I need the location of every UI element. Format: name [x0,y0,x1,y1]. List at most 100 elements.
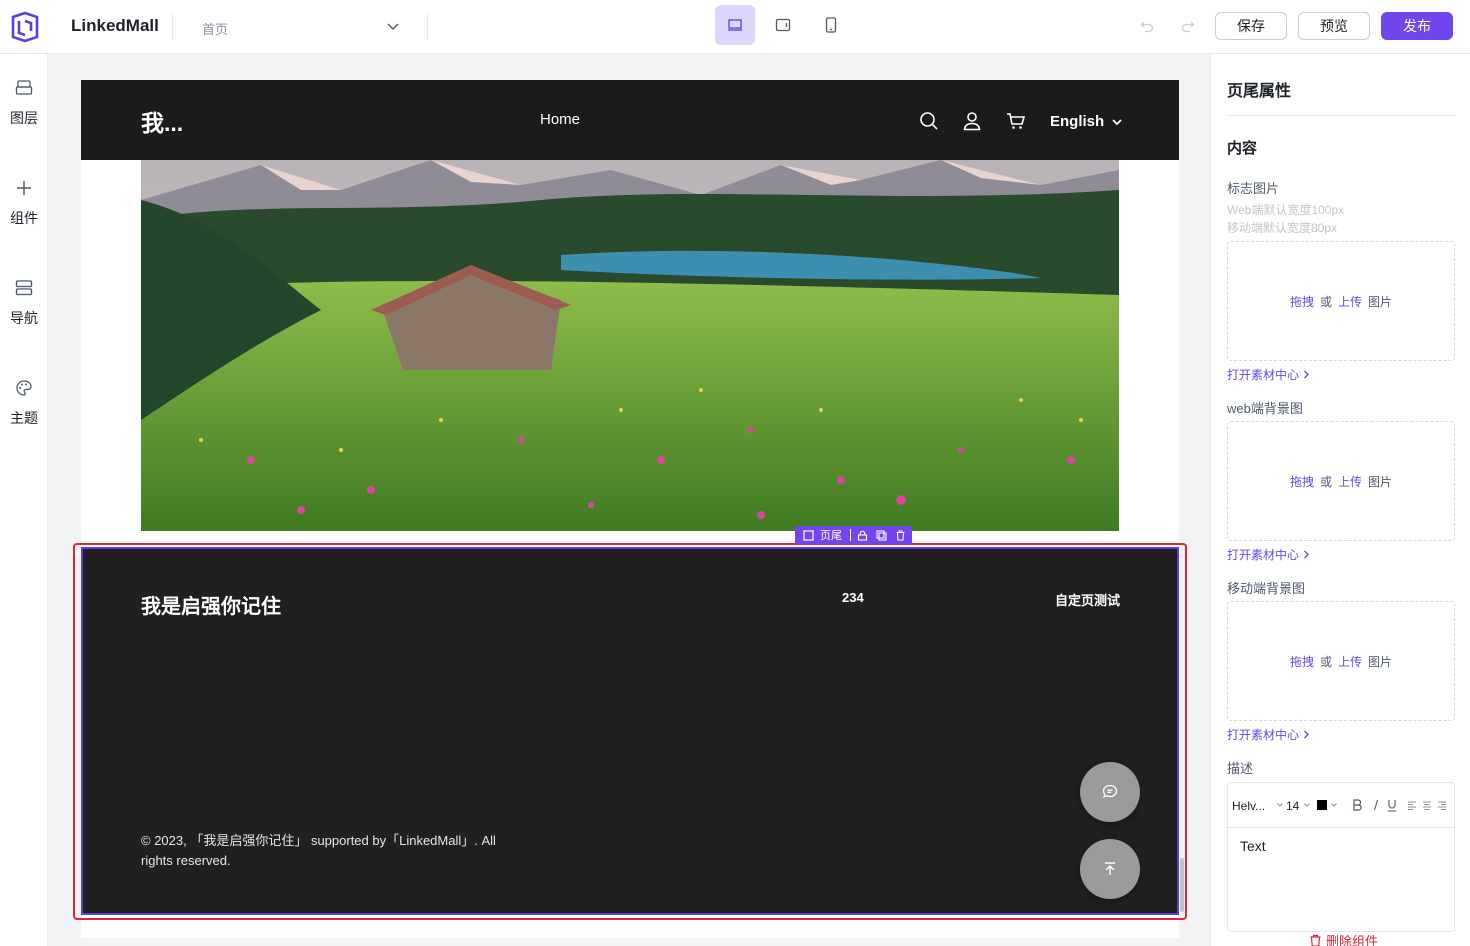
align-left-icon[interactable] [1407,800,1417,810]
drop-or: 或 [1319,474,1332,489]
chevron-down-icon [1112,118,1122,125]
rail-label: 组件 [10,210,38,226]
footer-link[interactable]: 自定页测试 [1055,590,1120,609]
search-icon[interactable] [918,110,940,132]
rail-item-navigation[interactable]: 导航 [0,280,48,350]
user-icon[interactable] [961,110,983,132]
rail-item-components[interactable]: 组件 [0,180,48,250]
cart-icon[interactable] [1005,110,1027,132]
open-library-label: 打开素材中心 [1227,368,1300,382]
app-logo-icon [11,11,39,43]
italic-icon[interactable] [1372,799,1380,811]
drop-image: 图片 [1368,474,1393,489]
upload-link[interactable]: 上传 [1338,473,1362,490]
open-library-link[interactable]: 打开素材中心 [1227,726,1310,743]
tablet-icon [775,18,791,32]
chat-icon [1102,784,1118,799]
mobile-bg-upload-dropzone[interactable]: 拖拽 或 上传 图片 [1227,601,1455,721]
hero-image [141,160,1119,531]
logo-image-label: 标志图片 [1227,181,1280,196]
drop-image: 图片 [1368,294,1393,309]
copy-icon[interactable] [876,529,887,541]
component-tools [851,529,912,541]
tablet-view-button[interactable] [763,5,803,45]
logo-upload-dropzone[interactable]: 拖拽 或 上传 图片 [1227,241,1455,361]
panel-title: 页尾属性 [1227,83,1292,100]
delete-component-button[interactable]: 删除组件 [1309,931,1378,946]
chat-button[interactable] [1080,762,1140,822]
chevron-right-icon [1304,370,1309,379]
drag-link[interactable]: 拖拽 [1290,653,1314,670]
app-brand: LinkedMall [71,16,159,35]
drop-or: 或 [1319,294,1332,309]
page-select[interactable]: 首页 [190,12,410,42]
top-bar: LinkedMall 首页 保存 预览 发布 [0,0,1470,54]
site-logo[interactable]: 我... [141,104,183,138]
logo-hint-mobile: 移动端默认宽度80px [1227,221,1338,235]
save-button[interactable]: 保存 [1215,12,1287,40]
square-icon [803,529,814,541]
component-tag[interactable]: 页尾 [795,527,850,543]
font-family-select[interactable]: Helv... [1232,799,1265,813]
rail-item-theme[interactable]: 主题 [0,380,48,450]
drag-link[interactable]: 拖拽 [1290,293,1314,310]
chevron-down-icon [1331,803,1337,807]
bold-icon[interactable] [1352,799,1362,811]
plus-icon [17,181,31,195]
chevron-down-icon [387,23,399,31]
language-select[interactable]: English [1050,113,1122,130]
rich-text-editor[interactable]: Helv... 14 Text [1227,782,1455,932]
align-center-icon[interactable] [1422,800,1432,810]
drop-or: 或 [1319,654,1332,669]
trash-icon[interactable] [895,529,906,541]
editor-content[interactable]: Text [1240,838,1266,854]
undo-icon [1140,21,1154,33]
font-color-swatch[interactable] [1317,800,1327,810]
component-tag-bar: 页尾 [795,526,912,544]
divider [1227,115,1455,116]
palette-icon [16,380,32,396]
chevron-right-icon [1304,730,1309,739]
lock-icon[interactable] [857,530,868,541]
page-canvas: 我... Home English 我是启强你记住 234 自定页测试 © 20… [81,80,1179,938]
publish-button[interactable]: 发布 [1381,12,1453,40]
mobile-view-button[interactable] [811,5,851,45]
mobile-bg-label: 移动端背景图 [1227,581,1306,596]
site-footer[interactable]: 我是启强你记住 234 自定页测试 © 2023, 「我是启强你记住」 supp… [81,547,1179,915]
divider [172,14,173,40]
open-library-link[interactable]: 打开素材中心 [1227,546,1310,563]
redo-icon [1181,21,1195,33]
open-library-link[interactable]: 打开素材中心 [1227,366,1310,383]
site-nav-home[interactable]: Home [540,111,580,128]
footer-copyright: © 2023, 「我是启强你记住」 supported by「LinkedMal… [141,833,496,868]
trash-icon [1310,934,1321,946]
description-label: 描述 [1227,761,1254,776]
chevron-down-icon [1277,803,1283,807]
rail-label: 导航 [10,310,38,326]
undo-button[interactable] [1132,12,1162,40]
open-library-label: 打开素材中心 [1227,548,1300,562]
desktop-view-button[interactable] [715,5,755,45]
navigation-icon [15,280,33,296]
upload-link[interactable]: 上传 [1338,293,1362,310]
layers-icon [15,80,33,95]
site-header[interactable]: 我... Home English [81,80,1179,160]
font-size-select[interactable]: 14 [1286,799,1299,813]
properties-panel: 页尾属性 内容 标志图片 Web端默认宽度100px 移动端默认宽度80px 拖… [1210,54,1470,946]
footer-title: 我是启强你记住 [141,596,281,618]
back-to-top-button[interactable] [1080,839,1140,899]
delete-component-label: 删除组件 [1326,934,1379,946]
web-bg-upload-dropzone[interactable]: 拖拽 或 上传 图片 [1227,421,1455,541]
canvas-scrollbar[interactable] [1180,858,1184,912]
redo-button[interactable] [1173,12,1203,40]
rail-label: 主题 [10,410,38,426]
language-value: English [1050,113,1105,130]
upload-link[interactable]: 上传 [1338,653,1362,670]
underline-icon[interactable] [1387,799,1397,812]
drag-link[interactable]: 拖拽 [1290,473,1314,490]
rail-item-layers[interactable]: 图层 [0,80,48,150]
footer-link[interactable]: 234 [842,590,864,605]
preview-button[interactable]: 预览 [1298,12,1370,40]
divider [427,14,428,40]
align-right-icon[interactable] [1437,800,1447,810]
